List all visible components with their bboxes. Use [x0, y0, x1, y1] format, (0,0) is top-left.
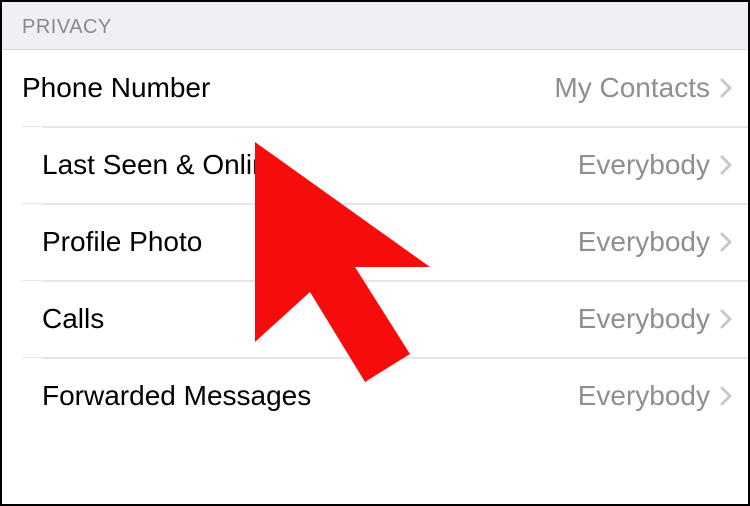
- row-right: My Contacts: [554, 72, 732, 104]
- row-value: Everybody: [578, 149, 710, 181]
- row-label: Last Seen & Online: [42, 149, 283, 181]
- chevron-right-icon: [720, 309, 732, 329]
- row-label: Phone Number: [22, 72, 210, 104]
- row-phone-number[interactable]: Phone Number My Contacts: [2, 50, 748, 126]
- row-right: Everybody: [578, 380, 732, 412]
- row-calls[interactable]: Calls Everybody: [22, 280, 748, 357]
- chevron-right-icon: [720, 386, 732, 406]
- section-title: PRIVACY: [22, 16, 728, 39]
- row-label: Forwarded Messages: [42, 380, 311, 412]
- row-right: Everybody: [578, 226, 732, 258]
- row-last-seen-online[interactable]: Last Seen & Online Everybody: [22, 126, 748, 203]
- privacy-settings-list: Phone Number My Contacts Last Seen & Onl…: [2, 50, 748, 434]
- row-right: Everybody: [578, 149, 732, 181]
- row-forwarded-messages[interactable]: Forwarded Messages Everybody: [22, 357, 748, 434]
- row-profile-photo[interactable]: Profile Photo Everybody: [22, 203, 748, 280]
- row-value: Everybody: [578, 380, 710, 412]
- chevron-right-icon: [720, 155, 732, 175]
- row-value: Everybody: [578, 226, 710, 258]
- chevron-right-icon: [720, 232, 732, 252]
- row-label: Calls: [42, 303, 104, 335]
- row-right: Everybody: [578, 303, 732, 335]
- chevron-right-icon: [720, 78, 732, 98]
- row-value: My Contacts: [554, 72, 710, 104]
- row-value: Everybody: [578, 303, 710, 335]
- privacy-section-header: PRIVACY: [2, 2, 748, 50]
- row-label: Profile Photo: [42, 226, 202, 258]
